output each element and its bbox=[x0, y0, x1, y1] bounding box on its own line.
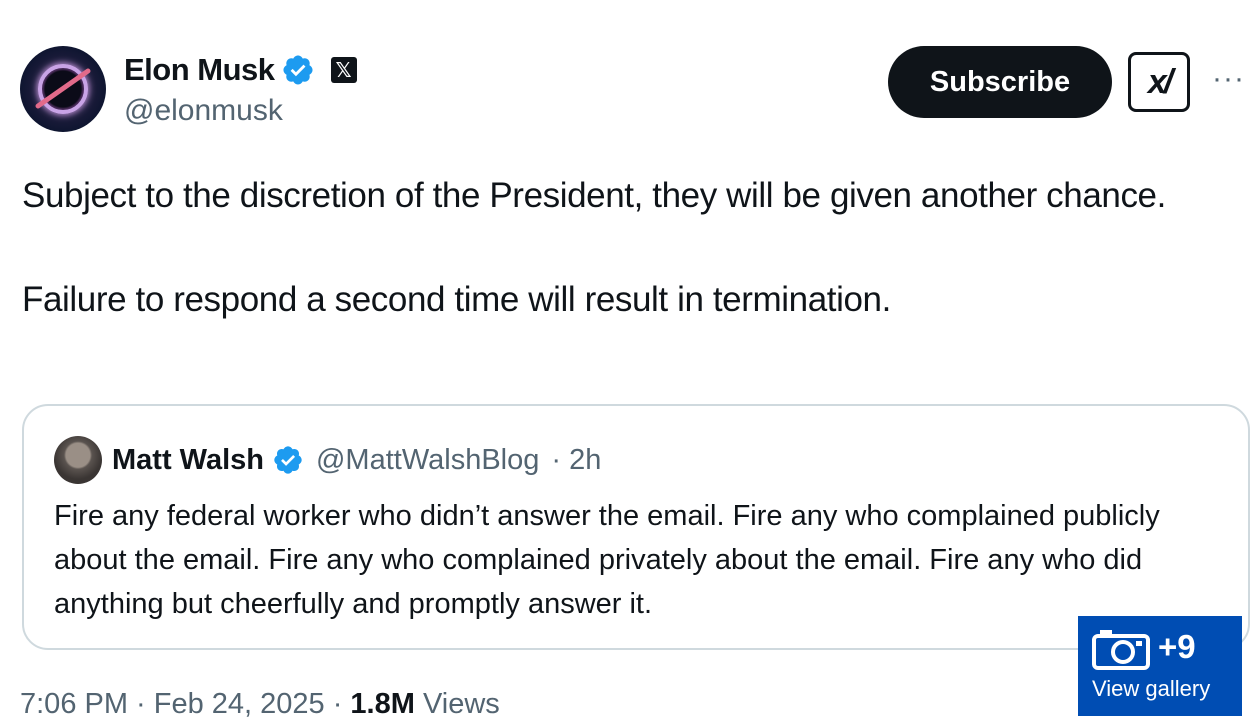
view-gallery-button[interactable]: +9 View gallery bbox=[1078, 616, 1242, 716]
author-handle[interactable]: @elonmusk bbox=[124, 94, 283, 128]
quote-author-handle: @MattWalshBlog bbox=[315, 443, 540, 476]
views-count: 1.8M bbox=[350, 688, 415, 720]
quoted-tweet[interactable]: Matt Walsh @MattWalshBlog · 2h Fire any … bbox=[22, 404, 1250, 650]
subscribe-button[interactable]: Subscribe bbox=[888, 46, 1112, 118]
quote-author-avatar bbox=[54, 436, 102, 484]
tweet-body: Subject to the discretion of the Preside… bbox=[22, 170, 1222, 326]
author-name-row: Elon Musk 𝕏 bbox=[124, 50, 357, 90]
tweet-paragraph-2: Failure to respond a second time will re… bbox=[22, 280, 891, 319]
verified-badge-icon bbox=[274, 446, 302, 474]
tweet-paragraph-1: Subject to the discretion of the Preside… bbox=[22, 176, 1166, 215]
more-options-icon[interactable]: ··· bbox=[1212, 62, 1245, 96]
views-label: Views bbox=[422, 688, 500, 720]
author-avatar[interactable] bbox=[20, 46, 106, 132]
quote-timestamp: · 2h bbox=[551, 443, 602, 476]
gallery-count: +9 bbox=[1158, 628, 1196, 665]
quote-header: Matt Walsh @MattWalshBlog · 2h bbox=[112, 438, 601, 482]
tweet-timestamp[interactable]: 7:06 PM · Feb 24, 2025 · bbox=[20, 688, 342, 721]
camera-icon bbox=[1092, 630, 1150, 670]
quote-body: Fire any federal worker who didn’t answe… bbox=[54, 500, 1160, 620]
grok-icon[interactable]: x/ bbox=[1128, 52, 1190, 112]
verified-badge-icon bbox=[282, 55, 313, 85]
quote-author-name: Matt Walsh bbox=[112, 443, 264, 476]
tweet-meta: 7:06 PM · Feb 24, 2025 · 1.8M Views bbox=[20, 688, 500, 721]
x-logo-icon: 𝕏 bbox=[330, 57, 357, 83]
author-name[interactable]: Elon Musk bbox=[124, 52, 275, 88]
view-gallery-label: View gallery bbox=[1092, 676, 1211, 701]
